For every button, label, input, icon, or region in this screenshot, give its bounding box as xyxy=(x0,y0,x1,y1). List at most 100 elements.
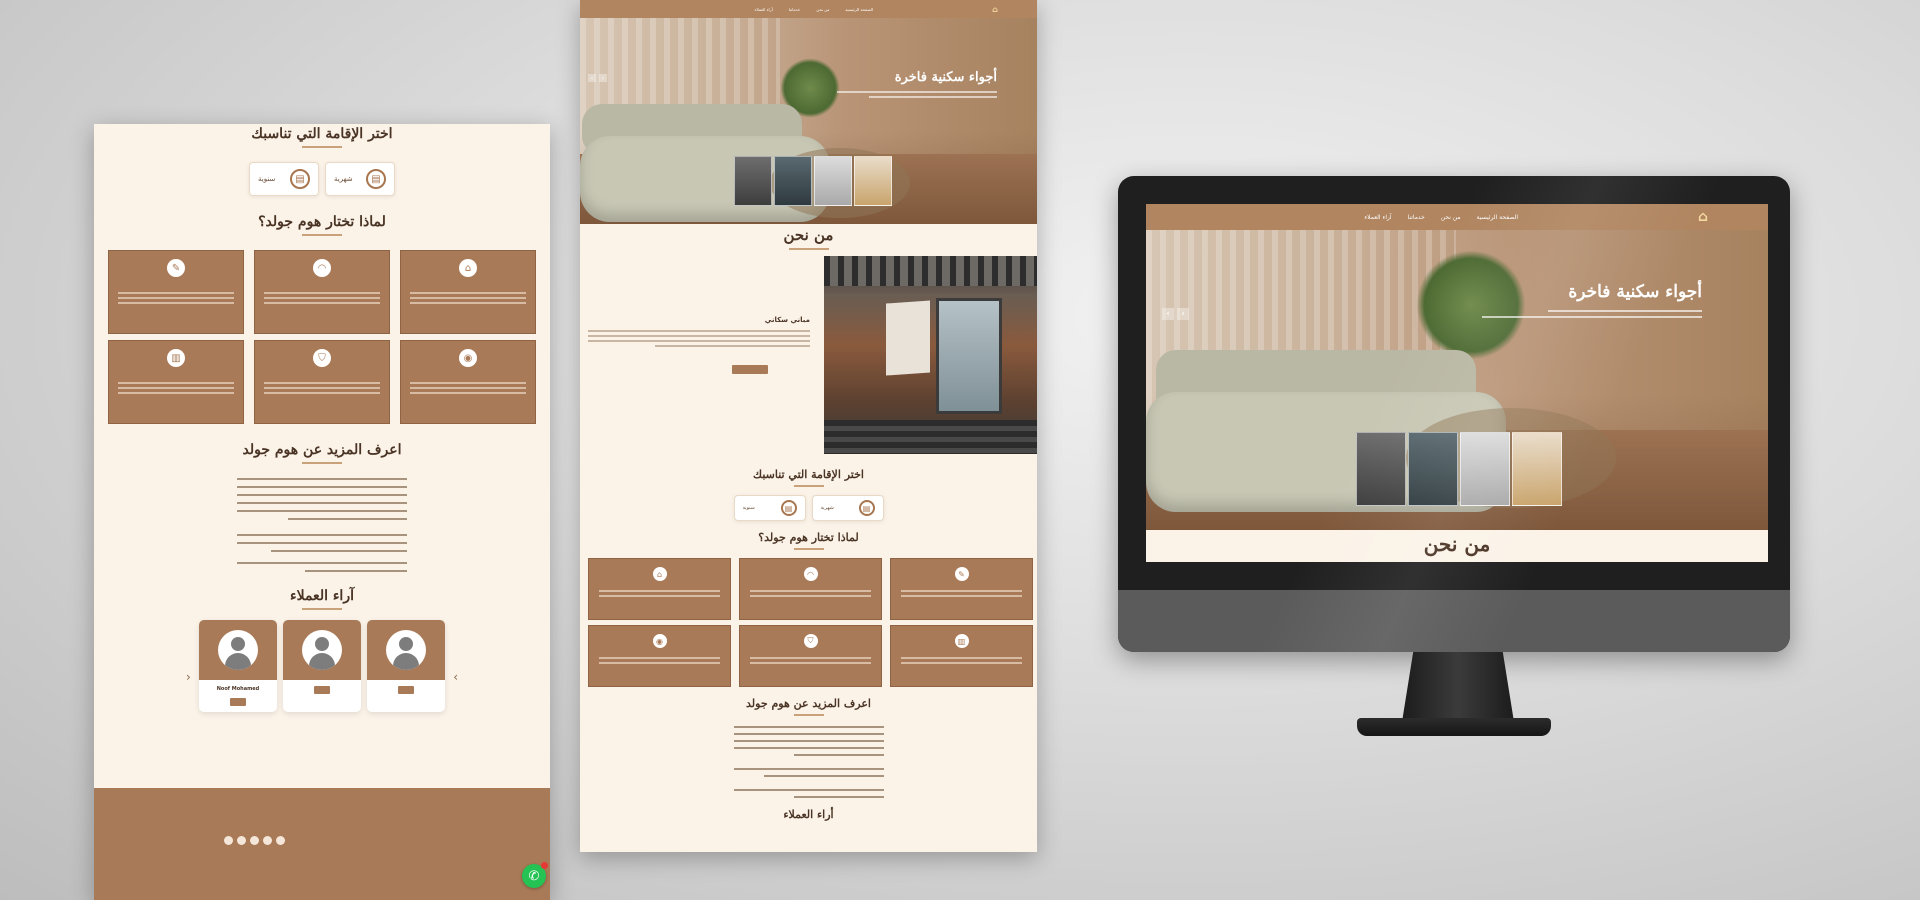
reviews-section-title: أراء العملاء xyxy=(783,808,834,821)
why-section-title: لماذا تختار هوم جولد؟ xyxy=(258,214,386,230)
review-more-button[interactable] xyxy=(230,698,246,706)
feature-card: ✎ xyxy=(890,558,1033,620)
nav-link-services[interactable]: خدماتنا xyxy=(789,7,800,12)
stay-option-yearly[interactable]: ▤ سنوية xyxy=(733,495,806,521)
slider-prev-icon[interactable]: ‹ xyxy=(588,74,596,82)
title-divider xyxy=(302,146,342,148)
logo: ⌂ xyxy=(1697,209,1709,225)
nav-link-home[interactable]: الصفحة الرئيسية xyxy=(845,7,873,12)
stay-option-label: شهرية xyxy=(820,505,834,511)
shield-icon: ⛉ xyxy=(313,349,331,367)
feature-card: ▥ xyxy=(108,340,244,424)
thumbnail[interactable] xyxy=(774,156,812,206)
thumbnail[interactable] xyxy=(1356,432,1406,506)
title-divider xyxy=(793,548,824,550)
monitor-chin xyxy=(1118,590,1790,652)
review-more-button[interactable] xyxy=(314,686,330,694)
notification-dot xyxy=(541,862,548,869)
thumbnail[interactable] xyxy=(1512,432,1562,506)
nav-links: الصفحة الرئيسية من نحن خدماتنا آراء العم… xyxy=(1364,214,1518,221)
feature-card: ⌂ xyxy=(400,250,536,334)
whatsapp-icon[interactable]: ✆ xyxy=(522,862,548,888)
brush-icon: ✎ xyxy=(167,259,185,277)
learn-section-title: اعرف المزيد عن هوم جولد xyxy=(242,442,402,458)
stay-option-label: شهرية xyxy=(334,175,353,183)
long-page-mockup-middle: ⌂ الصفحة الرئيسية من نحن خدماتنا آراء ال… xyxy=(580,0,1037,852)
title-divider xyxy=(302,234,342,236)
nav-link-home[interactable]: الصفحة الرئيسية xyxy=(1477,214,1518,221)
learn-section-title: اعرف المزيد عن هوم جولد xyxy=(746,697,871,710)
slider-next-icon[interactable]: › xyxy=(599,74,607,82)
carousel-prev-icon[interactable]: ‹ xyxy=(186,670,191,684)
calendar-icon: ▤ xyxy=(780,500,797,516)
slider-arrows: ‹ › xyxy=(588,74,607,82)
title-divider xyxy=(793,714,824,716)
carousel-next-icon[interactable]: › xyxy=(453,670,458,684)
social-icon[interactable] xyxy=(224,836,233,845)
stay-option-label: سنوية xyxy=(742,505,755,511)
reviewer-name: Noof Mohamed xyxy=(216,686,260,692)
calendar-icon: ▤ xyxy=(366,169,386,189)
nav-link-about[interactable]: من نحن xyxy=(816,7,829,12)
stay-option-label: سنوية xyxy=(258,175,276,183)
nav-link-about[interactable]: من نحن xyxy=(1441,214,1461,221)
nav-link-reviews[interactable]: آراء العملاء xyxy=(755,7,773,12)
stay-option-monthly[interactable]: ▤ شهرية xyxy=(811,495,884,521)
hero-text: أجواء سكنية فاخرة xyxy=(1482,282,1702,322)
slider-thumbnails xyxy=(734,156,892,206)
feature-card: ✎ xyxy=(108,250,244,334)
social-icon[interactable] xyxy=(250,836,259,845)
social-icons xyxy=(224,836,285,845)
location-icon: ◉ xyxy=(459,349,477,367)
thumbnail[interactable] xyxy=(814,156,852,206)
avatar xyxy=(386,630,426,670)
nav-link-reviews[interactable]: آراء العملاء xyxy=(1364,214,1391,221)
thumbnail[interactable] xyxy=(854,156,892,206)
stay-section-title: اختر الإقامة التي تناسبك xyxy=(251,126,393,142)
features-grid: ⌂ ◠ ✎ ◉ ⛉ ▥ xyxy=(588,558,1033,687)
social-icon[interactable] xyxy=(237,836,246,845)
slider-next-icon[interactable]: › xyxy=(1177,308,1189,320)
about-text: مباني سكاني xyxy=(588,316,810,374)
stay-option-yearly[interactable]: ▤ سنوية xyxy=(249,162,319,196)
building-icon: ▥ xyxy=(954,634,969,648)
avatar xyxy=(302,630,342,670)
feature-card: ◉ xyxy=(400,340,536,424)
stay-option-monthly[interactable]: ▤ شهرية xyxy=(325,162,395,196)
avatar xyxy=(218,630,258,670)
thumbnail[interactable] xyxy=(1460,432,1510,506)
about-section: مباني سكاني xyxy=(580,256,1037,468)
learn-text xyxy=(733,726,884,798)
wifi-icon: ◠ xyxy=(313,259,331,277)
monitor-base xyxy=(1357,718,1551,736)
about-more-button[interactable] xyxy=(732,365,768,374)
nav-link-services[interactable]: خدماتنا xyxy=(1408,214,1425,221)
review-card xyxy=(283,620,361,712)
stay-options: ▤ شهرية ▤ سنوية xyxy=(94,162,550,196)
review-more-button[interactable] xyxy=(398,686,414,694)
review-card xyxy=(367,620,445,712)
stay-section-title: اختر الإقامة التي تناسبك xyxy=(753,468,864,481)
about-section-title: من نحن xyxy=(1423,532,1491,556)
thumbnail[interactable] xyxy=(1408,432,1458,506)
title-divider xyxy=(302,462,342,464)
thumbnail[interactable] xyxy=(734,156,772,206)
logo: ⌂ xyxy=(992,4,998,14)
nav-links: الصفحة الرئيسية من نحن خدماتنا آراء العم… xyxy=(755,7,873,12)
hero-title: أجواء سكنية فاخرة xyxy=(1568,282,1702,302)
desktop-monitor-mockup: ⌂ الصفحة الرئيسية من نحن خدماتنا آراء ال… xyxy=(1118,176,1790,652)
feature-card: ⛉ xyxy=(739,625,882,687)
building-icon: ▥ xyxy=(167,349,185,367)
location-icon: ◉ xyxy=(652,634,667,648)
review-card: Noof Mohamed xyxy=(199,620,277,712)
social-icon[interactable] xyxy=(263,836,272,845)
features-grid: ⌂ ◠ ✎ ◉ ⛉ ▥ xyxy=(108,250,536,424)
hero-slider: أجواء سكنية فاخرة ‹ › xyxy=(1146,230,1768,530)
long-page-mockup-left: اختر الإقامة التي تناسبك ▤ شهرية ▤ سنوية… xyxy=(94,124,550,900)
home-icon: ⌂ xyxy=(652,567,667,581)
social-icon[interactable] xyxy=(276,836,285,845)
about-section-title: من نحن xyxy=(783,226,834,244)
slider-prev-icon[interactable]: ‹ xyxy=(1162,308,1174,320)
building-name: مباني سكاني xyxy=(764,316,810,324)
brush-icon: ✎ xyxy=(954,567,969,581)
